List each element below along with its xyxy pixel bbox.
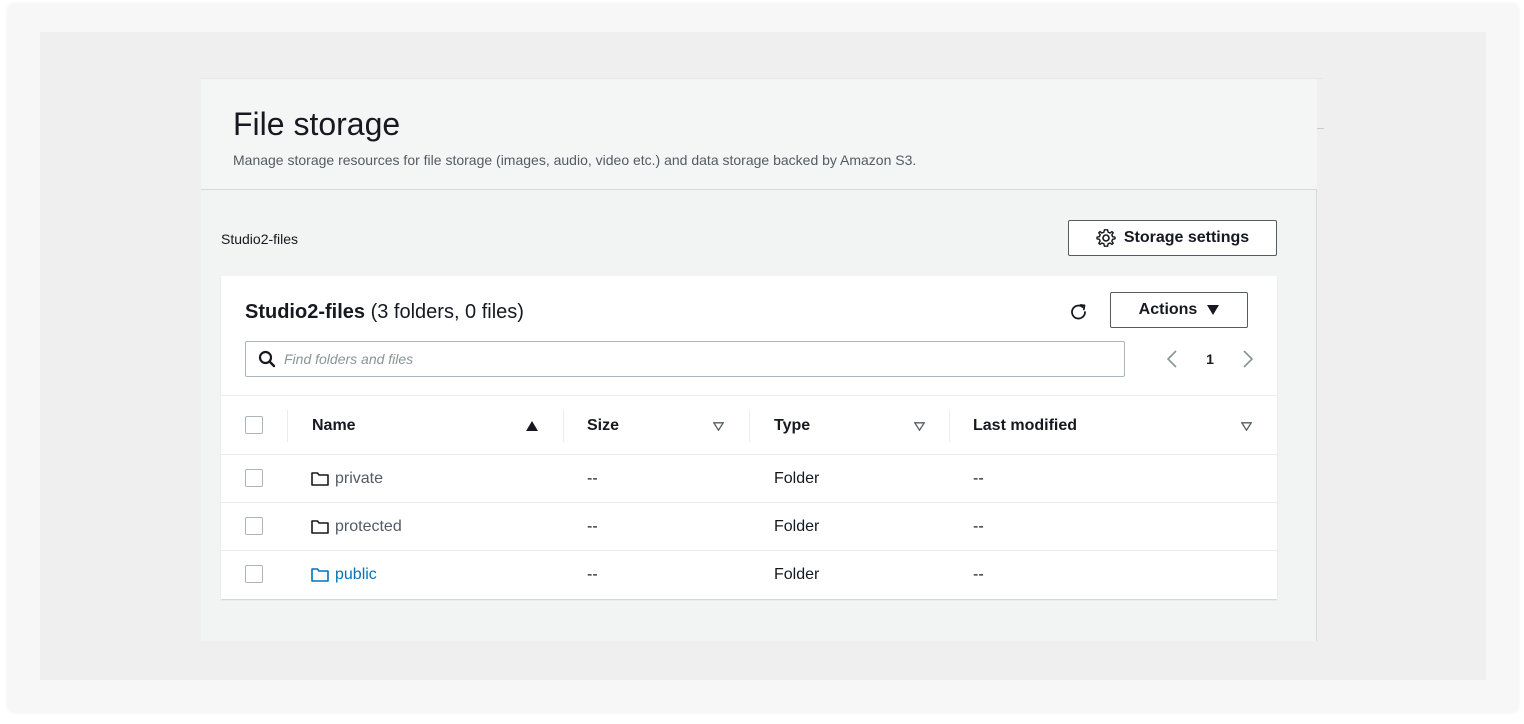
search-box <box>245 341 1125 377</box>
type-cell: Folder <box>774 470 820 487</box>
select-all-checkbox[interactable] <box>245 416 263 434</box>
refresh-button[interactable] <box>1067 300 1091 324</box>
item-counts: (3 folders, 0 files) <box>365 301 524 323</box>
pagination: 1 <box>1165 346 1255 372</box>
column-divider <box>287 410 288 442</box>
sort-icon[interactable] <box>914 396 925 456</box>
storage-settings-button[interactable]: Storage settings <box>1068 220 1277 256</box>
size-cell: -- <box>587 566 598 583</box>
column-header-size[interactable]: Size <box>587 396 619 456</box>
caret-down-icon <box>1207 305 1220 315</box>
modified-cell: -- <box>973 470 984 487</box>
size-cell: -- <box>587 470 598 487</box>
table-row[interactable]: protected -- Folder -- <box>221 503 1277 551</box>
modified-cell: -- <box>973 518 984 535</box>
folder-name-link[interactable]: public <box>335 566 377 584</box>
type-cell: Folder <box>774 566 820 583</box>
row-checkbox[interactable] <box>245 517 263 535</box>
row-checkbox[interactable] <box>245 565 263 583</box>
table-row[interactable]: private -- Folder -- <box>221 455 1277 503</box>
column-divider <box>749 410 750 442</box>
sort-icon[interactable] <box>1241 396 1252 456</box>
column-header-name[interactable]: Name <box>312 396 356 456</box>
files-card: Studio2-files (3 folders, 0 files) Actio… <box>221 276 1277 599</box>
page-header: File storage Manage storage resources fo… <box>201 79 1317 190</box>
storage-panel: File storage Manage storage resources fo… <box>201 79 1317 641</box>
column-header-type[interactable]: Type <box>774 396 810 456</box>
folder-icon <box>311 519 329 535</box>
name-cell[interactable]: public <box>311 551 377 599</box>
panel-edge-marker <box>1317 128 1324 129</box>
page-number[interactable]: 1 <box>1206 351 1214 367</box>
folder-name: protected <box>335 518 402 535</box>
column-divider <box>563 410 564 442</box>
page-subtitle: Manage storage resources for file storag… <box>233 152 917 168</box>
folder-icon <box>311 471 329 487</box>
files-table: Name Size Type Last modified private -- … <box>221 395 1277 599</box>
folder-icon <box>311 567 329 583</box>
refresh-icon <box>1069 302 1089 322</box>
table-header: Name Size Type Last modified <box>221 395 1277 455</box>
sort-ascending-icon[interactable] <box>526 396 538 456</box>
name-cell[interactable]: private <box>311 455 383 503</box>
table-row[interactable]: public -- Folder -- <box>221 551 1277 599</box>
column-header-last-modified[interactable]: Last modified <box>973 396 1077 456</box>
storage-settings-label: Storage settings <box>1123 229 1250 246</box>
breadcrumb: Studio2-files <box>221 231 299 247</box>
name-cell[interactable]: protected <box>311 503 402 551</box>
search-icon <box>258 350 276 368</box>
gear-icon <box>1096 228 1116 248</box>
actions-dropdown[interactable]: Actions <box>1110 292 1248 328</box>
search-input[interactable] <box>284 351 1104 367</box>
page-title: File storage <box>233 106 401 142</box>
folder-name: private <box>335 470 384 487</box>
chevron-left-icon[interactable] <box>1165 349 1179 369</box>
card-title: Studio2-files (3 folders, 0 files) <box>245 299 524 325</box>
modified-cell: -- <box>973 566 984 583</box>
actions-label: Actions <box>1138 301 1198 318</box>
column-divider <box>949 410 950 442</box>
type-cell: Folder <box>774 518 820 535</box>
chevron-right-icon[interactable] <box>1241 349 1255 369</box>
row-checkbox[interactable] <box>245 469 263 487</box>
bucket-name: Studio2-files <box>245 301 366 323</box>
sort-icon[interactable] <box>713 396 724 456</box>
size-cell: -- <box>587 518 598 535</box>
